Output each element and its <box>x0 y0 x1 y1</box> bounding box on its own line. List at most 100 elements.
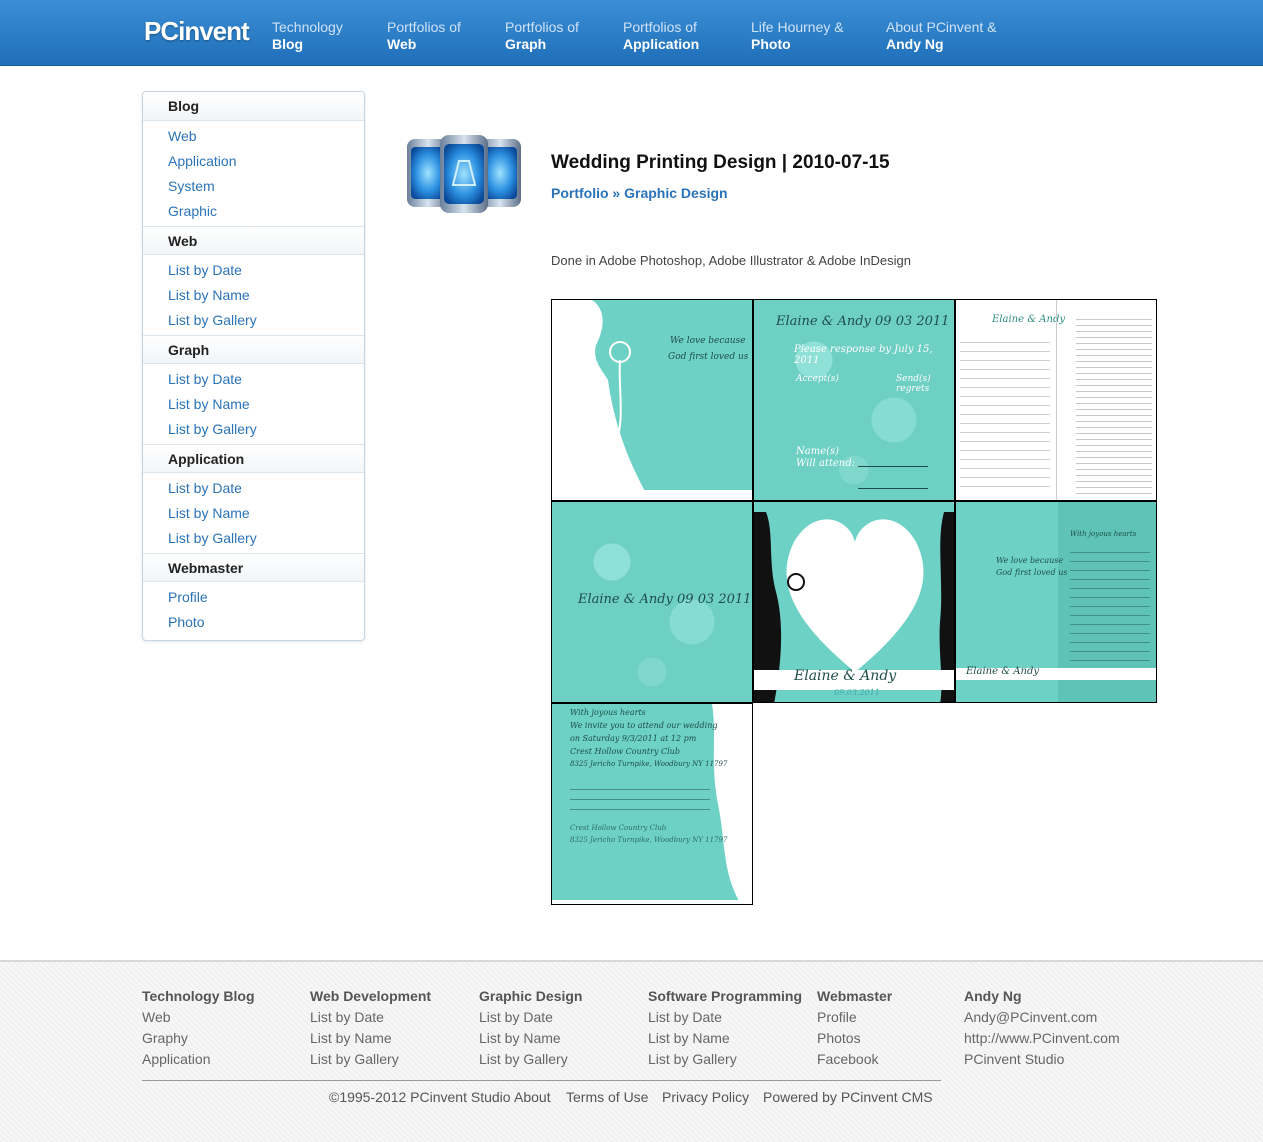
sidebar-heading-web: Web <box>143 226 364 255</box>
footer-heading: Andy Ng <box>964 988 1022 1004</box>
gallery-thumb-7[interactable]: With joyous hearts We invite you to atte… <box>551 703 753 905</box>
program-text-left <box>960 334 1050 494</box>
gallery-thumb-1[interactable]: We love because God first loved us <box>551 299 753 501</box>
sidebar-link-graph-date[interactable]: List by Date <box>143 366 364 391</box>
nav-line1: Life Hourney & <box>751 19 844 35</box>
footer-privacy-link[interactable]: Privacy Policy <box>662 1089 749 1105</box>
tile-names: Elaine & Andy 09 03 2011 <box>776 314 950 329</box>
site-logo[interactable]: PCinvent <box>144 16 250 47</box>
sidebar-link-app-date[interactable]: List by Date <box>143 475 364 500</box>
footer-link[interactable]: Profile <box>817 1009 892 1030</box>
gallery-thumb-4[interactable]: Elaine & Andy 09 03 2011 <box>551 501 753 703</box>
invite-line-3: on Saturday 9/3/2011 at 12 pm <box>570 734 697 743</box>
footer-link[interactable]: List by Name <box>648 1030 802 1051</box>
footer-terms-link[interactable]: Terms of Use <box>566 1089 648 1105</box>
invite-line-1: With joyous hearts <box>570 708 646 717</box>
footer-link[interactable]: List by Date <box>648 1009 802 1030</box>
nav-portfolios-web[interactable]: Portfolios of Web <box>387 19 461 53</box>
footer-link[interactable]: List by Date <box>310 1009 431 1030</box>
tile-names: Elaine & Andy <box>794 668 897 684</box>
breadcrumb-graphic-design[interactable]: Graphic Design <box>624 185 727 201</box>
footer-link[interactable]: List by Name <box>479 1030 582 1051</box>
footer-link[interactable]: Web <box>142 1009 255 1030</box>
nav-portfolios-graph[interactable]: Portfolios of Graph <box>505 19 579 53</box>
footer-link[interactable]: Application <box>142 1051 255 1072</box>
gallery-thumb-3[interactable]: Elaine & Andy <box>955 299 1157 501</box>
footer-link[interactable]: Facebook <box>817 1051 892 1072</box>
footer-about-wrap: About <box>514 1089 551 1105</box>
footer-col-andy-ng: Andy Ng Andy@PCinvent.com http://www.PCi… <box>964 988 1120 1072</box>
footer-link[interactable]: List by Gallery <box>479 1051 582 1072</box>
footer-link[interactable]: List by Date <box>479 1009 582 1030</box>
nav-line2: Blog <box>272 36 304 52</box>
sidebar: Blog Web Application System Graphic Web … <box>142 91 365 641</box>
rsvp-line <box>858 488 928 489</box>
gallery-thumb-6[interactable]: We love because God first loved us With … <box>955 501 1157 703</box>
footer-divider <box>142 1080 941 1081</box>
tile-quote-line1: We love because <box>996 556 1064 565</box>
sidebar-heading-blog: Blog <box>143 92 364 121</box>
sidebar-link-web-name[interactable]: List by Name <box>143 282 364 307</box>
footer-col-software-programming: Software Programming List by Date List b… <box>648 988 802 1072</box>
footer-powered-wrap: Powered by PCinvent CMS <box>763 1089 933 1105</box>
sidebar-link-app-gallery[interactable]: List by Gallery <box>143 525 364 550</box>
nav-technology-blog[interactable]: Technology Blog <box>272 19 343 53</box>
tile-date: 09.03.2011 <box>834 688 880 697</box>
footer-col-graphic-design: Graphic Design List by Date List by Name… <box>479 988 582 1072</box>
footer-link[interactable]: Photos <box>817 1030 892 1051</box>
tile-rsvp: Please response by July 15, 2011 <box>794 344 933 366</box>
sidebar-link-graph-gallery[interactable]: List by Gallery <box>143 416 364 441</box>
invite-line-2: We invite you to attend our wedding <box>570 721 718 730</box>
invite-line-7: 8325 Jericho Turnpike, Woodbury NY 11797 <box>570 836 728 844</box>
sidebar-list-webmaster: Profile Photo <box>143 582 364 637</box>
nav-portfolios-application[interactable]: Portfolios of Application <box>623 19 699 53</box>
sidebar-link-photo[interactable]: Photo <box>143 609 364 634</box>
gallery-thumb-5[interactable]: Elaine & Andy 09.03.2011 <box>753 501 955 703</box>
nav-line2: Application <box>623 36 700 52</box>
sidebar-link-graph-name[interactable]: List by Name <box>143 391 364 416</box>
footer-terms-wrap: Terms of Use <box>566 1089 648 1105</box>
footer-powered-link[interactable]: Powered by PCinvent CMS <box>763 1089 933 1105</box>
sidebar-link-web[interactable]: Web <box>143 123 364 148</box>
footer-link[interactable]: List by Name <box>310 1030 431 1051</box>
sidebar-link-web-date[interactable]: List by Date <box>143 257 364 282</box>
tile-quote-line2: God first loved us <box>996 568 1068 577</box>
tile-program-names: Elaine & Andy <box>992 314 1065 325</box>
tile-send-regrets: Send(s) regrets <box>896 374 931 394</box>
footer: Technology Blog Web Graphy Application W… <box>0 960 1263 1142</box>
adobe-suite-icon <box>407 135 521 213</box>
footer-link[interactable]: List by Gallery <box>648 1051 802 1072</box>
footer-website-link[interactable]: http://www.PCinvent.com <box>964 1030 1120 1051</box>
footer-heading: Web Development <box>310 988 432 1004</box>
invite-line-4: Crest Hollow Country Club <box>570 747 680 756</box>
sidebar-link-application[interactable]: Application <box>143 148 364 173</box>
footer-email-link[interactable]: Andy@PCinvent.com <box>964 1009 1120 1030</box>
nav-about[interactable]: About PCinvent & Andy Ng <box>886 19 997 53</box>
sidebar-heading-webmaster: Webmaster <box>143 553 364 582</box>
nav-life-photo[interactable]: Life Hourney & Photo <box>751 19 844 53</box>
bride-silhouette-image <box>552 300 752 500</box>
nav-line2: Photo <box>751 36 791 52</box>
sidebar-link-system[interactable]: System <box>143 173 364 198</box>
gallery-thumb-2[interactable]: Elaine & Andy 09 03 2011 Please response… <box>753 299 955 501</box>
footer-link[interactable]: List by Gallery <box>310 1051 431 1072</box>
sidebar-link-profile[interactable]: Profile <box>143 584 364 609</box>
footer-heading: Graphic Design <box>479 988 583 1004</box>
footer-about-link[interactable]: About <box>514 1089 551 1105</box>
sidebar-link-graphic[interactable]: Graphic <box>143 198 364 223</box>
tile-accept: Accept(s) <box>796 374 839 384</box>
breadcrumb: Portfolio » Graphic Design <box>551 185 728 201</box>
footer-heading: Webmaster <box>817 988 893 1004</box>
footer-heading: Software Programming <box>648 988 803 1004</box>
tile-joyous: With joyous hearts <box>1070 530 1137 538</box>
image-gallery: We love because God first loved us Elain… <box>551 299 1157 905</box>
sidebar-link-app-name[interactable]: List by Name <box>143 500 364 525</box>
footer-studio-link[interactable]: PCinvent Studio <box>964 1051 1120 1072</box>
breadcrumb-portfolio[interactable]: Portfolio <box>551 185 609 201</box>
footer-link[interactable]: Graphy <box>142 1030 255 1051</box>
sidebar-link-web-gallery[interactable]: List by Gallery <box>143 307 364 332</box>
nav-line2: Graph <box>505 36 547 52</box>
chinese-text-block <box>570 780 710 818</box>
invite-line-6: Crest Hollow Country Club <box>570 824 667 832</box>
rsvp-line <box>858 466 928 467</box>
